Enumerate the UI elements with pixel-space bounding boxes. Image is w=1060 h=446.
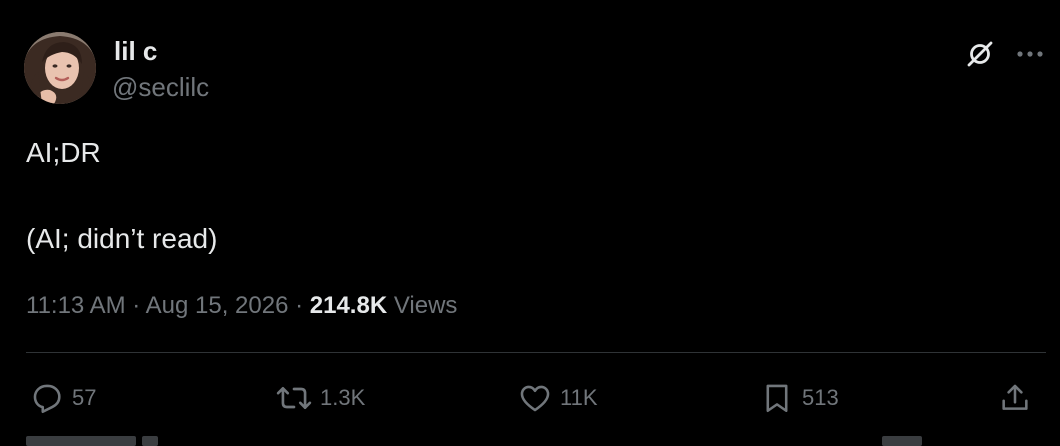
- share-button[interactable]: [998, 378, 1032, 418]
- retweet-count: 1.3K: [320, 385, 366, 410]
- more-dots-icon: [1017, 51, 1043, 57]
- reply-count: 57: [72, 385, 97, 410]
- views-count[interactable]: 214.8K: [310, 292, 387, 319]
- tweet-date[interactable]: Aug 15, 2026: [146, 292, 289, 319]
- meta-separator: ·: [125, 292, 146, 319]
- like-button[interactable]: 11K: [518, 378, 598, 418]
- author-display-name[interactable]: lil c: [114, 36, 157, 66]
- share-icon: [1002, 384, 1028, 410]
- cropped-next-row: [24, 436, 1044, 446]
- bookmark-icon: [766, 384, 788, 413]
- retweet-icon: [276, 386, 312, 410]
- tweet-text-line-1: AI;DR: [26, 137, 101, 168]
- author-avatar[interactable]: [24, 32, 96, 104]
- grok-slash-icon: [967, 41, 993, 67]
- meta-separator: ·: [288, 292, 310, 319]
- heart-icon: [520, 385, 550, 412]
- retweet-button[interactable]: 1.3K: [276, 378, 365, 418]
- grok-button[interactable]: [958, 36, 1002, 72]
- tweet-text-line-2: (AI; didn’t read): [26, 223, 218, 254]
- avatar-photo-icon: [24, 32, 96, 104]
- like-count: 11K: [560, 385, 598, 410]
- reply-icon: [33, 384, 61, 414]
- bookmark-count: 513: [802, 385, 839, 410]
- tweet-meta: 11:13 AM · Aug 15, 2026 · 214.8K Views: [26, 290, 457, 322]
- tweet-time[interactable]: 11:13 AM: [26, 292, 126, 319]
- views-label: Views: [387, 292, 458, 319]
- more-options-button[interactable]: [1010, 36, 1050, 72]
- reply-button[interactable]: 57: [30, 378, 96, 418]
- author-handle[interactable]: @seclilc: [112, 72, 209, 102]
- bookmark-button[interactable]: 513: [760, 378, 839, 418]
- tweet-card: lil c @seclilc AI;DR (AI; didn’t read) 1…: [0, 0, 1060, 446]
- divider: [26, 352, 1046, 353]
